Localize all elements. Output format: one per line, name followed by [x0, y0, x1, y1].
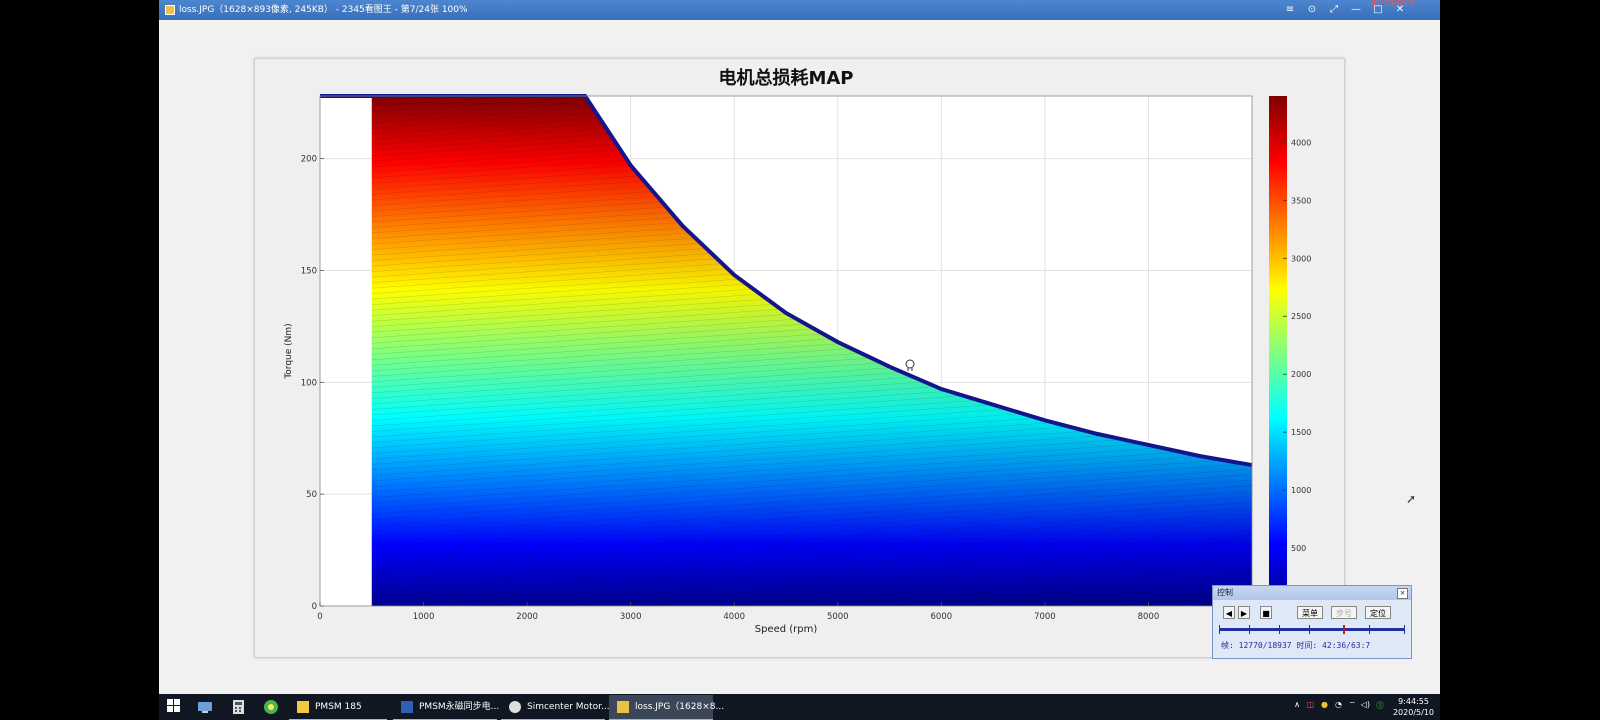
- y-tick-label: 150: [301, 266, 317, 276]
- fullscreen-icon[interactable]: ⤢: [1325, 0, 1343, 20]
- x-tick-label: 7000: [1034, 612, 1056, 622]
- tray-expand-icon[interactable]: ∧: [1294, 700, 1300, 709]
- security-icon[interactable]: ◫: [1306, 700, 1314, 709]
- colorbar-tick-label: 2000: [1291, 370, 1311, 379]
- y-axis-label: Torque (Nm): [284, 323, 294, 379]
- network-icon[interactable]: ◔: [1335, 700, 1342, 709]
- x-tick-label: 6000: [931, 612, 953, 622]
- frame-time-readout: 帧: 12770/18937 时间: 42:36/63:7: [1221, 641, 1371, 650]
- playback-slider[interactable]: [1219, 625, 1405, 634]
- image-viewer-taskbar-icon: [617, 700, 629, 713]
- y-tick-label: 0: [312, 602, 317, 612]
- browser-icon[interactable]: [263, 699, 279, 715]
- clock[interactable]: 9:44:55 2020/5/10: [1393, 696, 1434, 718]
- x-tick-label: 2000: [516, 612, 538, 622]
- windows-start-icon[interactable]: [167, 699, 183, 715]
- simcenter-icon: [509, 700, 521, 713]
- taskbar-app-pmsm185[interactable]: PMSM 185: [289, 695, 387, 720]
- x-tick-label: 3000: [620, 612, 642, 622]
- close-button[interactable]: ✕: [1391, 0, 1409, 20]
- minimize-button[interactable]: —: [1347, 0, 1365, 20]
- menu-button[interactable]: 菜单: [1297, 606, 1323, 619]
- clock-date: 2020/5/10: [1392, 708, 1434, 717]
- volume-icon[interactable]: ◁): [1361, 700, 1370, 709]
- y-tick-label: 50: [306, 490, 317, 500]
- window-title: loss.JPG（1628×893像素, 245KB） - 2345看图王 - …: [179, 5, 468, 15]
- skin-icon[interactable]: ⊙: [1303, 0, 1321, 20]
- chart-title: 电机总损耗MAP: [718, 67, 853, 89]
- colorbar-tick-label: 2500: [1291, 312, 1311, 321]
- y-tick-label: 200: [301, 155, 317, 165]
- wifi-icon[interactable]: ⌔: [1348, 700, 1356, 710]
- x-tick-label: 0: [317, 612, 322, 622]
- control-close-icon[interactable]: ×: [1397, 588, 1408, 599]
- control-panel-title: 控制: [1217, 588, 1233, 597]
- ime-icon[interactable]: ⓵: [1376, 700, 1384, 711]
- x-tick-label: 8000: [1138, 612, 1160, 622]
- colorbar-tick-label: 3500: [1291, 196, 1311, 205]
- x-tick-label: 4000: [723, 612, 745, 622]
- y-tick-label: 100: [301, 378, 317, 388]
- control-panel-header[interactable]: 控制 ×: [1213, 586, 1411, 600]
- loss-map-chart: 电机总损耗MAP 0 1000 2000 3000 4000 5000 6000 7000 80…: [284, 67, 1311, 635]
- mouse-pointer-icon: ➚: [1406, 492, 1417, 506]
- tray-app-icon[interactable]: ●: [1321, 700, 1328, 709]
- locate-button[interactable]: 定位: [1365, 606, 1391, 619]
- image-viewer-icon: [165, 5, 175, 15]
- taskbar-app-simcenter[interactable]: Simcenter Motor...: [501, 695, 610, 720]
- colorbar-tick-label: 1500: [1291, 428, 1311, 437]
- step-button[interactable]: 步号: [1331, 606, 1357, 619]
- image-viewer-canvas[interactable]: 电机总损耗MAP 0 1000 2000 3000 4000 5000 6000 7000 80…: [159, 20, 1440, 694]
- x-tick-label: 5000: [827, 612, 849, 622]
- desktop-screen: loss.JPG（1628×893像素, 245KB） - 2345看图王 - …: [159, 0, 1440, 720]
- window-titlebar[interactable]: loss.JPG（1628×893像素, 245KB） - 2345看图王 - …: [159, 0, 1440, 20]
- menu-icon[interactable]: ≡: [1281, 0, 1299, 20]
- colorbar-tick-label: 500: [1291, 544, 1306, 553]
- colorbar-tick-label: 1000: [1291, 486, 1311, 495]
- colorbar: [1269, 96, 1287, 606]
- colorbar-ticks: 500 1000 1500 2000 2500 3000 3500 4000: [1283, 138, 1311, 553]
- remote-desktop-icon[interactable]: [197, 699, 213, 715]
- chart-figure: 电机总损耗MAP 0 1000 2000 3000 4000 5000 6000 7000 80…: [254, 58, 1345, 658]
- colorbar-tick-label: 3000: [1291, 254, 1311, 263]
- maximize-button[interactable]: □: [1369, 0, 1387, 20]
- x-axis-label: Speed (rpm): [755, 624, 818, 635]
- prev-icon[interactable]: ◀: [1223, 606, 1235, 619]
- clock-time: 9:44:55: [1398, 697, 1429, 706]
- taskbar: PMSM 185 PMSM永磁同步电... Simcenter Motor...…: [159, 694, 1440, 720]
- calculator-icon[interactable]: [231, 699, 247, 715]
- taskbar-app-image-viewer[interactable]: loss.JPG（1628×8...: [609, 695, 724, 720]
- stop-icon[interactable]: ■: [1260, 606, 1272, 619]
- taskbar-app-word[interactable]: PMSM永磁同步电...: [393, 695, 499, 720]
- folder-icon: [297, 700, 309, 713]
- playback-control-panel[interactable]: 控制 × ◀ ▶ ■ 菜单 步号 定位 帧: 12770/18937 时间: 4…: [1212, 585, 1412, 659]
- x-tick-label: 1000: [413, 612, 435, 622]
- colorbar-tick-label: 4000: [1291, 138, 1311, 147]
- next-icon[interactable]: ▶: [1238, 606, 1250, 619]
- word-icon: [401, 700, 413, 713]
